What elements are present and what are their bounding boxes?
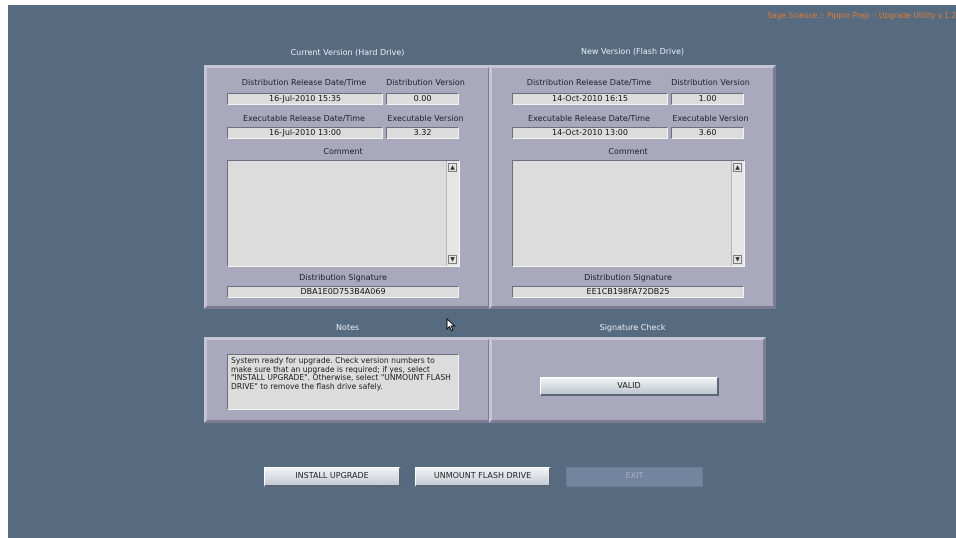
signature-status-indicator: VALID xyxy=(540,377,719,396)
new-signature-label: Distribution Signature xyxy=(584,273,672,282)
new-exe-version-field: 3.60 xyxy=(671,127,744,139)
current-exe-version-label: Executable Version xyxy=(387,114,464,123)
new-dist-date-field: 14-Oct-2010 16:15 xyxy=(512,93,668,105)
scroll-up-arrow-icon[interactable]: ▲ xyxy=(448,163,457,172)
new-comment-text xyxy=(513,161,729,165)
current-version-heading: Current Version (Hard Drive) xyxy=(290,48,405,57)
current-signature-field: DBA1E0D753B4A069 xyxy=(227,286,459,298)
signature-check-heading: Signature Check xyxy=(599,323,666,332)
notes-box: System ready for upgrade. Check version … xyxy=(227,354,459,410)
current-dist-version-field: 0.00 xyxy=(386,93,459,105)
install-upgrade-button[interactable]: INSTALL UPGRADE xyxy=(264,467,401,487)
unmount-flash-drive-button[interactable]: UNMOUNT FLASH DRIVE xyxy=(415,467,551,487)
new-comment-label: Comment xyxy=(608,147,648,156)
mouse-pointer-icon xyxy=(446,318,456,332)
scroll-down-arrow-icon[interactable]: ▼ xyxy=(733,255,742,264)
new-comment-box[interactable]: ▲ ▼ xyxy=(512,160,745,267)
new-version-panel: Distribution Release Date/Time Distribut… xyxy=(489,65,776,309)
new-version-heading: New Version (Flash Drive) xyxy=(580,47,685,56)
current-exe-version-field: 3.32 xyxy=(386,127,459,139)
new-dist-version-label: Distribution Version xyxy=(671,78,750,87)
new-exe-version-label: Executable Version xyxy=(672,114,749,123)
current-comment-text xyxy=(228,161,444,165)
scroll-up-arrow-icon[interactable]: ▲ xyxy=(733,163,742,172)
current-comment-box[interactable]: ▲ ▼ xyxy=(227,160,460,267)
scroll-down-arrow-icon[interactable]: ▼ xyxy=(448,255,457,264)
current-signature-label: Distribution Signature xyxy=(299,273,387,282)
new-dist-version-field: 1.00 xyxy=(671,93,744,105)
notes-panel: System ready for upgrade. Check version … xyxy=(204,337,491,423)
signature-check-panel: VALID xyxy=(489,337,766,423)
new-comment-scrollbar[interactable]: ▲ ▼ xyxy=(731,161,744,266)
current-version-panel: Distribution Release Date/Time Distribut… xyxy=(204,65,491,309)
notes-text: System ready for upgrade. Check version … xyxy=(231,356,451,391)
new-exe-date-field: 14-Oct-2010 13:00 xyxy=(512,127,668,139)
current-dist-date-field: 16-Jul-2010 15:35 xyxy=(227,93,383,105)
new-dist-date-label: Distribution Release Date/Time xyxy=(526,78,652,87)
exit-button[interactable]: EXIT xyxy=(566,467,703,487)
current-exe-date-label: Executable Release Date/Time xyxy=(243,114,365,123)
current-dist-version-label: Distribution Version xyxy=(386,78,465,87)
app-title: Sage Science :: Pippin Prep :: Upgrade U… xyxy=(767,11,956,20)
new-exe-date-label: Executable Release Date/Time xyxy=(528,114,650,123)
app-screen: Sage Science :: Pippin Prep :: Upgrade U… xyxy=(8,5,956,538)
current-comment-scrollbar[interactable]: ▲ ▼ xyxy=(446,161,459,266)
current-exe-date-field: 16-Jul-2010 13:00 xyxy=(227,127,383,139)
new-signature-field: EE1CB198FA72DB25 xyxy=(512,286,744,298)
current-comment-label: Comment xyxy=(323,147,363,156)
current-dist-date-label: Distribution Release Date/Time xyxy=(241,78,367,87)
